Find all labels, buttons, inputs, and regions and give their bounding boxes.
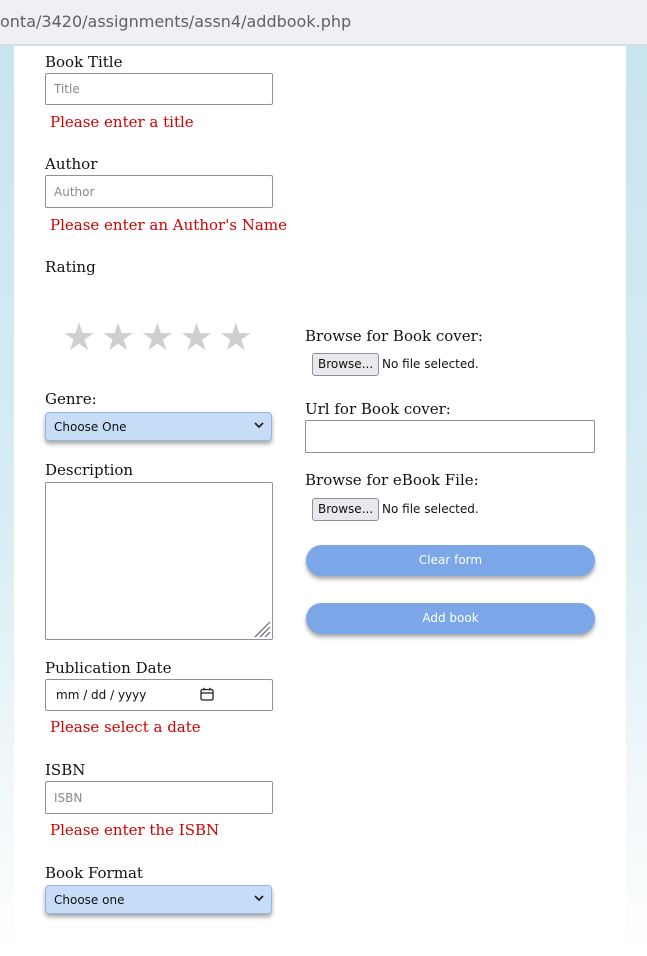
title-label: Book Title (45, 53, 123, 71)
cover-file-status: No file selected. (382, 357, 479, 371)
star-icon-4[interactable]: ★ (180, 318, 214, 356)
isbn-error: Please enter the ISBN (50, 821, 220, 839)
isbn-label: ISBN (45, 761, 86, 779)
ebook-file-label: Browse for eBook File: (305, 471, 479, 489)
star-icon-5[interactable]: ★ (219, 318, 253, 356)
clear-form-button[interactable]: Clear form (306, 545, 595, 576)
star-icon-3[interactable]: ★ (140, 318, 174, 356)
date-error: Please select a date (50, 718, 201, 736)
isbn-input[interactable] (45, 781, 273, 814)
cover-url-label: Url for Book cover: (305, 400, 451, 418)
author-input[interactable] (45, 175, 273, 208)
calendar-icon[interactable] (200, 687, 214, 701)
star-icon-1[interactable]: ★ (62, 318, 96, 356)
title-error: Please enter a title (50, 113, 194, 131)
genre-select[interactable]: Choose One (45, 412, 272, 441)
description-label: Description (45, 461, 134, 479)
star-icon-2[interactable]: ★ (101, 318, 135, 356)
description-textarea[interactable] (45, 482, 273, 640)
url-text[interactable]: onta/3420/assignments/assn4/addbook.php (0, 12, 351, 31)
author-label: Author (45, 155, 98, 173)
chevron-down-icon (254, 422, 264, 429)
cover-file-label: Browse for Book cover: (305, 327, 483, 345)
cover-browse-button[interactable]: Browse... (312, 353, 380, 376)
ebook-file-status: No file selected. (382, 502, 479, 516)
rating-label: Rating (45, 258, 96, 276)
book-format-selected-value: Choose one (54, 893, 125, 907)
cover-url-input[interactable] (305, 420, 595, 453)
resize-grip-icon[interactable] (251, 618, 271, 638)
publication-date-input[interactable]: mm / dd / yyyy (45, 679, 273, 711)
author-error: Please enter an Author's Name (50, 216, 287, 234)
genre-label: Genre: (45, 390, 97, 408)
book-format-select[interactable]: Choose one (45, 885, 272, 914)
book-format-label: Book Format (45, 864, 143, 882)
browser-url-bar[interactable]: onta/3420/assignments/assn4/addbook.php (0, 0, 647, 45)
genre-selected-value: Choose One (54, 420, 127, 434)
add-book-button[interactable]: Add book (306, 603, 595, 634)
chevron-down-icon (254, 895, 264, 902)
title-input[interactable] (45, 73, 273, 105)
publication-date-label: Publication Date (45, 659, 172, 677)
date-format-text: mm / dd / yyyy (56, 688, 147, 702)
ebook-browse-button[interactable]: Browse... (312, 498, 380, 521)
star-rating[interactable]: ★ ★ ★ ★ ★ (62, 318, 253, 356)
